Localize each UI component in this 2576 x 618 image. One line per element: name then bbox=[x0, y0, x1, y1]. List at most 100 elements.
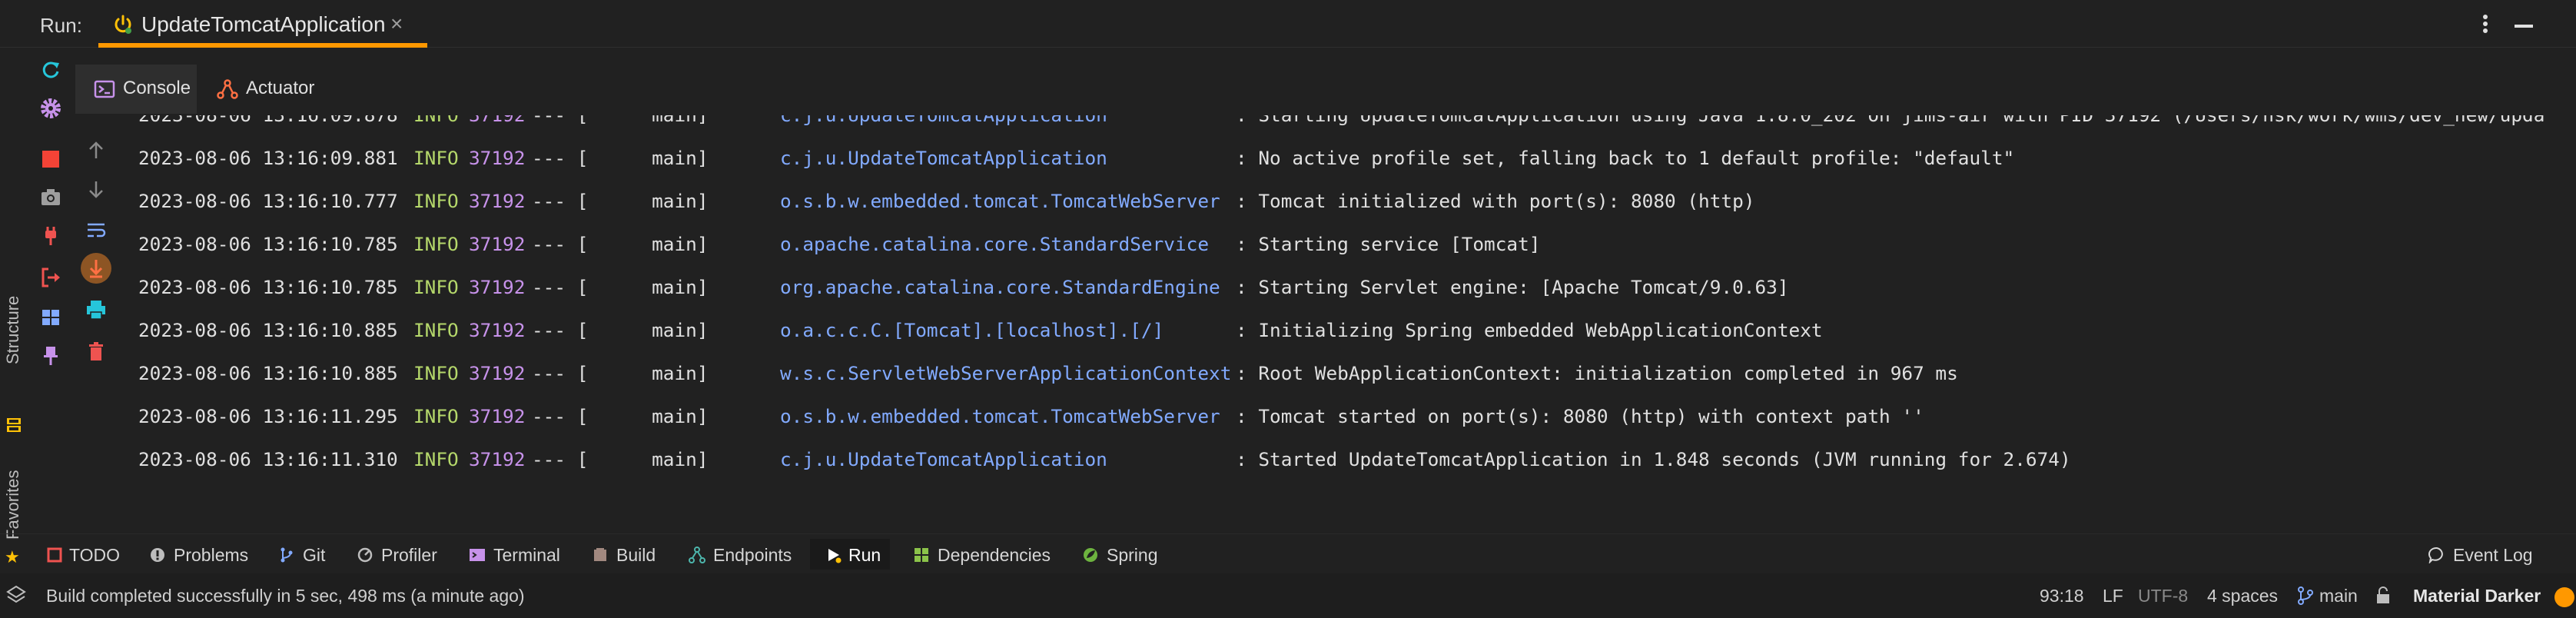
log-level: INFO bbox=[413, 319, 459, 341]
structure-icon bbox=[7, 418, 21, 432]
trash-icon[interactable] bbox=[85, 340, 108, 363]
log-separator: --- [ bbox=[532, 115, 588, 131]
structure-side-tab[interactable]: Structure bbox=[3, 296, 23, 364]
console-actions-toolbar bbox=[77, 123, 115, 384]
tool-window-bar: TODO Problems Git Profiler Terminal Buil… bbox=[0, 533, 2576, 573]
event-log-button[interactable]: Event Log bbox=[2422, 539, 2545, 570]
arrow-up-icon[interactable] bbox=[85, 138, 108, 161]
log-logger: o.s.b.w.embedded.tomcat.TomcatWebServer bbox=[780, 190, 1220, 212]
log-message: : Initializing Spring embedded WebApplic… bbox=[1236, 319, 1823, 341]
log-separator: --- [ bbox=[532, 147, 589, 169]
tool-tab-problems[interactable]: Problems bbox=[144, 539, 260, 570]
more-vertical-icon[interactable] bbox=[2476, 11, 2495, 37]
spring-icon bbox=[1084, 548, 1097, 562]
tool-tab-spring[interactable]: Spring bbox=[1077, 539, 1173, 570]
console-output[interactable]: 2023-08-06 13:16:09.878 INFO 37192 --- [ ma… bbox=[123, 115, 2544, 492]
endpoints-icon bbox=[689, 547, 705, 563]
layers-icon[interactable] bbox=[6, 584, 26, 606]
pin-icon[interactable] bbox=[39, 344, 62, 367]
log-pid: 37192 bbox=[469, 147, 526, 169]
lock-icon[interactable] bbox=[2375, 586, 2392, 606]
line-separator[interactable]: LF bbox=[2103, 586, 2123, 606]
log-level: INFO bbox=[413, 405, 459, 427]
stop-icon[interactable] bbox=[39, 148, 62, 171]
log-line: 2023-08-06 13:16:11.295 INFO 37192 --- [ ma… bbox=[123, 401, 2544, 432]
log-timestamp: 2023-08-06 13:16:10.785 bbox=[138, 276, 398, 298]
attach-debugger-icon[interactable] bbox=[39, 224, 62, 248]
run-tool-window-header: Run: UpdateTomcatApplication × bbox=[0, 0, 2576, 48]
actuator-icon bbox=[217, 79, 238, 99]
run-label: Run: bbox=[40, 14, 82, 37]
favorites-side-tab[interactable]: Favorites bbox=[3, 470, 23, 540]
close-icon[interactable]: × bbox=[390, 12, 403, 36]
tool-tab-profiler[interactable]: Profiler bbox=[352, 539, 450, 570]
log-logger: w.s.c.ServletWebServerApplicationContext bbox=[780, 362, 1232, 384]
log-level: INFO bbox=[413, 147, 459, 169]
tool-tab-terminal[interactable]: Terminal bbox=[464, 539, 572, 570]
log-message: : No active profile set, falling back to… bbox=[1236, 147, 2015, 169]
file-encoding[interactable]: UTF-8 bbox=[2138, 586, 2188, 606]
tool-tab-dependencies[interactable]: Dependencies bbox=[908, 539, 1062, 570]
caret-position[interactable]: 93:18 bbox=[2040, 586, 2084, 606]
tool-tab-label: Run bbox=[848, 545, 881, 565]
dependencies-icon bbox=[915, 548, 928, 562]
log-logger: c.j.u.UpdateTomcatApplication bbox=[780, 147, 1107, 169]
log-pid: 37192 bbox=[469, 405, 526, 427]
event-log-label: Event Log bbox=[2453, 545, 2533, 565]
log-level: INFO bbox=[413, 115, 459, 131]
log-logger: c.j.u.UpdateTomcatApplication bbox=[780, 448, 1107, 470]
git-branch[interactable]: main bbox=[2319, 586, 2358, 606]
theme-name[interactable]: Material Darker bbox=[2413, 586, 2541, 606]
log-separator: --- [ bbox=[532, 319, 589, 341]
exit-icon[interactable] bbox=[39, 266, 62, 289]
soft-wrap-icon[interactable] bbox=[85, 218, 108, 241]
settings-icon[interactable] bbox=[39, 97, 62, 120]
log-pid: 37192 bbox=[469, 362, 526, 384]
log-timestamp: 2023-08-06 13:16:10.885 bbox=[138, 319, 398, 341]
status-message[interactable]: Build completed successfully in 5 sec, 4… bbox=[46, 586, 525, 606]
tool-tab-build[interactable]: Build bbox=[587, 539, 667, 570]
tab-actuator[interactable]: Actuator bbox=[206, 65, 337, 114]
print-icon[interactable] bbox=[85, 298, 108, 321]
tool-tab-label: Problems bbox=[174, 545, 249, 565]
log-separator: --- [ bbox=[532, 362, 589, 384]
log-line: 2023-08-06 13:16:10.885 INFO 37192 --- [ ma… bbox=[123, 358, 2544, 389]
layout-icon[interactable] bbox=[39, 306, 62, 329]
problems-icon bbox=[151, 548, 164, 562]
arrow-down-icon[interactable] bbox=[85, 178, 108, 201]
log-line: 2023-08-06 13:16:10.777 INFO 37192 --- [ ma… bbox=[123, 186, 2544, 217]
run-configuration-tab[interactable]: UpdateTomcatApplication × bbox=[98, 0, 427, 48]
tool-tab-todo[interactable]: TODO bbox=[40, 539, 124, 570]
tool-tab-label: Build bbox=[616, 545, 656, 565]
minimize-icon[interactable] bbox=[2515, 25, 2533, 28]
run-icon bbox=[828, 549, 842, 563]
tool-tab-label: Terminal bbox=[493, 545, 560, 565]
log-timestamp: 2023-08-06 13:16:10.885 bbox=[138, 362, 398, 384]
log-message: : Tomcat initialized with port(s): 8080 … bbox=[1236, 190, 1755, 212]
tool-tab-git[interactable]: Git bbox=[274, 539, 338, 570]
scroll-to-end-icon[interactable] bbox=[80, 252, 112, 284]
log-message: : Tomcat started on port(s): 8080 (http)… bbox=[1236, 405, 1924, 427]
log-pid: 37192 bbox=[469, 276, 526, 298]
tab-actuator-label: Actuator bbox=[246, 78, 315, 98]
status-bar: Build completed successfully in 5 sec, 4… bbox=[0, 573, 2576, 618]
log-level: INFO bbox=[413, 190, 459, 212]
indent-setting[interactable]: 4 spaces bbox=[2207, 586, 2278, 606]
git-icon bbox=[281, 547, 293, 563]
rerun-icon[interactable] bbox=[39, 58, 62, 81]
log-thread: main] bbox=[584, 115, 708, 131]
tab-console[interactable]: Console bbox=[75, 65, 197, 114]
log-pid: 37192 bbox=[469, 319, 526, 341]
log-line: 2023-08-06 13:16:10.785 INFO 37192 --- [ ma… bbox=[123, 229, 2544, 260]
log-logger: o.a.c.c.C.[Tomcat].[localhost].[/] bbox=[780, 319, 1164, 341]
log-thread: main] bbox=[584, 190, 709, 212]
console-icon bbox=[94, 80, 115, 98]
log-separator: --- [ bbox=[532, 276, 589, 298]
log-thread: main] bbox=[584, 448, 709, 470]
tool-tab-endpoints[interactable]: Endpoints bbox=[684, 539, 807, 570]
log-level: INFO bbox=[413, 276, 459, 298]
tool-tab-run[interactable]: Run bbox=[810, 539, 890, 570]
log-logger: org.apache.catalina.core.StandardEngine bbox=[780, 276, 1220, 298]
camera-icon[interactable] bbox=[39, 186, 62, 209]
log-level: INFO bbox=[413, 233, 459, 255]
